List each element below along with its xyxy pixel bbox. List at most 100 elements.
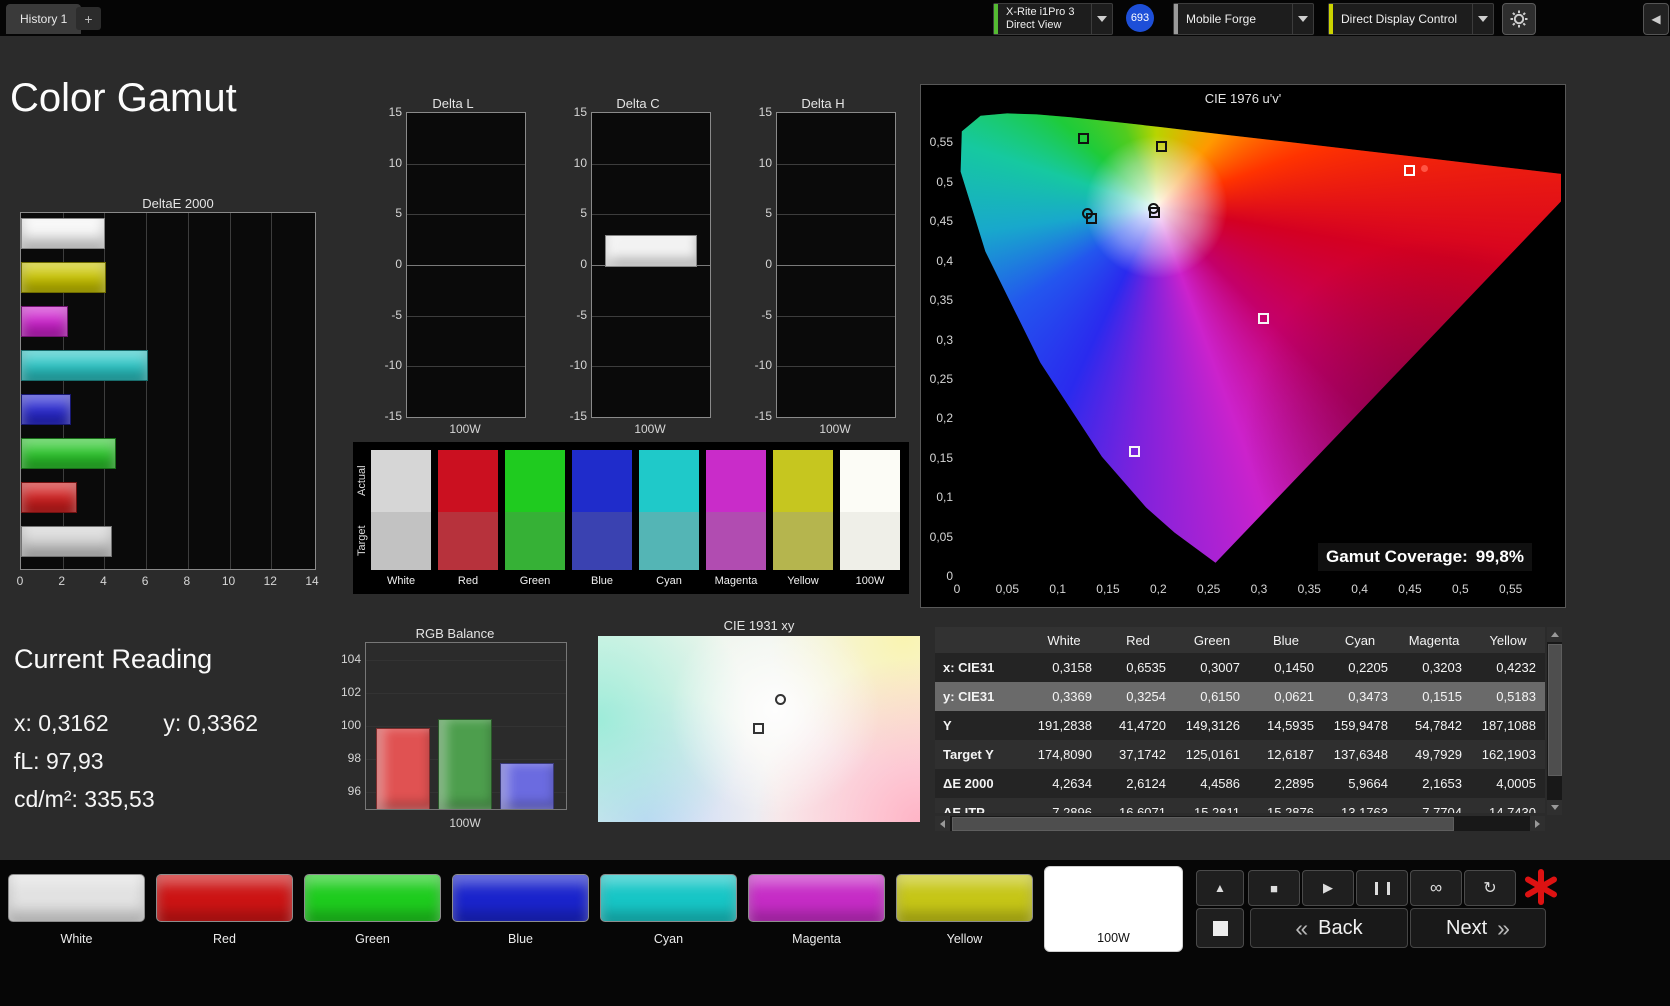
table-row[interactable]: ΔE ITP7,289616,607115,281115,287613,1763…: [935, 798, 1545, 813]
table-horizontal-scrollbar[interactable]: [935, 816, 1545, 831]
gamut-coverage-readout: Gamut Coverage: 99,8%: [1318, 543, 1532, 571]
row-label: ΔE ITP: [935, 805, 1027, 813]
scroll-down-button[interactable]: [1547, 800, 1562, 815]
x-tick-label: 0,5: [1442, 582, 1478, 596]
y-tick-label: -10: [563, 358, 587, 372]
table-header-row: WhiteRedGreenBlueCyanMagentaYellow: [935, 627, 1545, 653]
table-value-cell: 0,3007: [1175, 660, 1249, 675]
cie1931-chart: CIE 1931 xy: [598, 618, 920, 822]
deltae-bar-blue: [21, 394, 71, 425]
expand-panel-button[interactable]: ▲: [1196, 870, 1244, 906]
target-swatch-cyan: [639, 512, 699, 570]
y-tick-label: 98: [335, 751, 361, 765]
scroll-up-button[interactable]: [1547, 627, 1562, 642]
y-tick-label: 10: [378, 156, 402, 170]
yellow-target-marker: [1156, 141, 1167, 152]
target-swatch-green: [505, 512, 565, 570]
pause-icon: [1375, 882, 1390, 895]
target-swatch-100w: [840, 512, 900, 570]
table-value-cell: 187,1088: [1471, 718, 1545, 733]
patch-label: Blue: [452, 932, 589, 946]
patch-label: Green: [304, 932, 441, 946]
history-tab[interactable]: History 1: [6, 4, 81, 34]
table-header-cell: Magenta: [1397, 633, 1471, 648]
scroll-right-button[interactable]: [1530, 816, 1545, 831]
deltae-bar-green: [21, 438, 116, 469]
table-value-cell: 0,3254: [1101, 689, 1175, 704]
y-tick-label: -15: [378, 409, 402, 423]
patch-swatch: [1045, 871, 1180, 917]
measurement-count-badge: 693: [1126, 4, 1154, 32]
y-tick-label: 15: [378, 105, 402, 119]
y-tick-label: -5: [748, 308, 772, 322]
y-tick-label: 5: [378, 206, 402, 220]
table-value-cell: 191,2838: [1027, 718, 1101, 733]
back-button[interactable]: « Back: [1250, 908, 1408, 948]
continuous-measure-button[interactable]: ∞: [1410, 870, 1462, 906]
table-row[interactable]: y: CIE310,33690,32540,61500,06210,34730,…: [935, 682, 1545, 711]
settings-button[interactable]: [1502, 3, 1536, 35]
target-swatch-blue: [572, 512, 632, 570]
v-scroll-thumb[interactable]: [1548, 644, 1562, 776]
patch-label: Yellow: [896, 932, 1033, 946]
delta-l-chart: Delta L 100W 151050-5-10-15: [378, 96, 528, 444]
table-header-cell: Cyan: [1323, 633, 1397, 648]
pause-button[interactable]: [1356, 870, 1408, 906]
patch-swatch: [896, 874, 1033, 922]
table-value-cell: 0,1515: [1397, 689, 1471, 704]
patch-label: Red: [156, 932, 293, 946]
chart-title: RGB Balance: [335, 626, 575, 641]
target-swatch-yellow: [773, 512, 833, 570]
x-tick-label: 0,2: [1140, 582, 1176, 596]
display-control-dropdown[interactable]: Direct Display Control: [1328, 3, 1494, 35]
play-button[interactable]: ▶: [1302, 870, 1354, 906]
h-scroll-thumb[interactable]: [952, 817, 1454, 831]
table-vertical-scrollbar[interactable]: [1547, 627, 1562, 815]
delta-h-chart: Delta H 100W 151050-5-10-15: [748, 96, 898, 444]
stop-pattern-button[interactable]: [1196, 908, 1244, 948]
x-axis-label: 100W: [591, 422, 709, 436]
row-label: y: CIE31: [935, 689, 1027, 704]
collapse-panel-button[interactable]: ◀: [1643, 3, 1669, 35]
chart-title: DeltaE 2000: [18, 196, 338, 211]
refresh-button[interactable]: ↻: [1464, 870, 1516, 906]
source-dropdown[interactable]: Mobile Forge: [1173, 3, 1314, 35]
patch-button-green[interactable]: Green: [304, 870, 441, 946]
next-button[interactable]: Next »: [1410, 908, 1546, 948]
patch-swatch: [8, 874, 145, 922]
y-tick-label: -5: [378, 308, 402, 322]
scroll-up-icon: [1551, 632, 1559, 637]
y-tick-label: 104: [335, 652, 361, 666]
add-tab-button[interactable]: +: [76, 7, 101, 30]
stop-button[interactable]: ■: [1248, 870, 1300, 906]
scroll-left-button[interactable]: [935, 816, 950, 831]
table-value-cell: 7,7704: [1397, 805, 1471, 813]
y-tick-label: 0,1: [923, 490, 953, 504]
table-header-cell: Yellow: [1471, 633, 1545, 648]
swatch-column-label: Red: [438, 575, 498, 587]
y-tick-label: 0: [378, 257, 402, 271]
meter-dropdown[interactable]: X-Rite i1Pro 3 Direct View: [993, 3, 1113, 35]
table-row[interactable]: Y191,283841,4720149,312614,5935159,94785…: [935, 711, 1545, 740]
asterisk-icon: [1522, 868, 1560, 906]
source-name: Mobile Forge: [1186, 13, 1284, 26]
patch-button-cyan[interactable]: Cyan: [600, 870, 737, 946]
patch-button-magenta[interactable]: Magenta: [748, 870, 885, 946]
table-row[interactable]: ΔE 20004,26342,61244,45862,28955,96642,1…: [935, 769, 1545, 798]
swatch-column-label: 100W: [840, 575, 900, 587]
scroll-down-icon: [1551, 805, 1559, 810]
patch-button-red[interactable]: Red: [156, 870, 293, 946]
back-chevrons-icon: «: [1295, 918, 1308, 938]
table-row[interactable]: x: CIE310,31580,65350,30070,14500,22050,…: [935, 653, 1545, 682]
cd-value: 335,53: [84, 786, 154, 812]
patch-swatch: [748, 874, 885, 922]
patch-button-yellow[interactable]: Yellow: [896, 870, 1033, 946]
table-value-cell: 37,1742: [1101, 747, 1175, 762]
row-label: Target Y: [935, 747, 1027, 762]
patch-button-100w[interactable]: 100W: [1044, 866, 1183, 952]
patch-button-blue[interactable]: Blue: [452, 870, 589, 946]
chart-title: CIE 1931 xy: [598, 618, 920, 633]
table-value-cell: 0,3158: [1027, 660, 1101, 675]
table-row[interactable]: Target Y174,809037,1742125,016112,618713…: [935, 740, 1545, 769]
patch-button-white[interactable]: White: [8, 870, 145, 946]
